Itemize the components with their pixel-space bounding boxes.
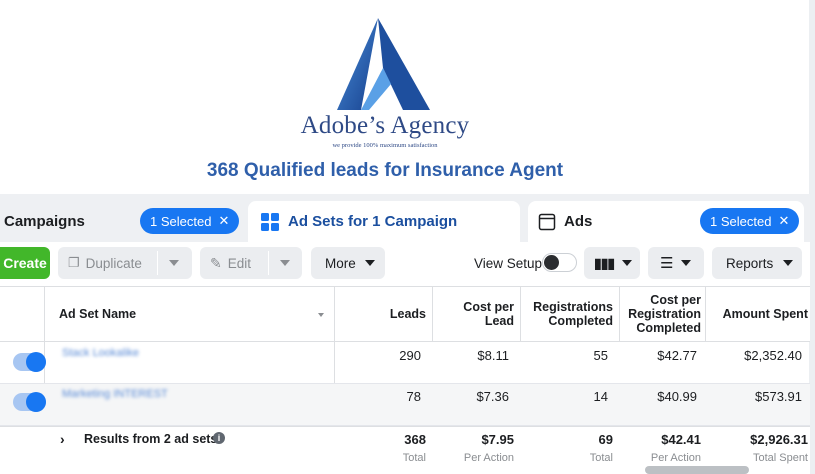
duplicate-icon: ❐: [68, 255, 80, 270]
campaigns-selected-label: 1 Selected: [150, 213, 212, 229]
edit-label: Edit: [227, 255, 251, 271]
row-toggle[interactable]: [13, 352, 46, 372]
header-ad-set-name[interactable]: Ad Set Name: [59, 307, 136, 321]
chevron-down-icon: [681, 260, 692, 266]
pencil-icon: ✎: [210, 254, 222, 271]
breakdown-icon: ☰: [660, 255, 674, 272]
cell-cost-per-lead: $8.11: [477, 348, 509, 363]
tab-campaigns[interactable]: Campaigns: [4, 201, 85, 242]
horizontal-scrollbar[interactable]: [645, 466, 749, 474]
chevron-down-icon: [364, 260, 375, 266]
columns-button[interactable]: ▮▮▮: [584, 247, 640, 279]
cell-cost-per-registration: $40.99: [657, 389, 697, 404]
header-cost-per-lead[interactable]: Cost per Lead: [436, 300, 514, 328]
total-spent-sub: Total Spent: [752, 452, 808, 464]
ad-set-name[interactable]: Marketing INTEREST: [62, 388, 168, 400]
sort-icon[interactable]: [318, 313, 324, 317]
cell-leads: 78: [406, 389, 421, 404]
campaigns-selected-pill[interactable]: 1 Selected ✕: [140, 208, 240, 234]
ad-frame-icon: [538, 213, 556, 230]
agency-name: Adobe’s Agency: [300, 112, 470, 139]
view-setup-toggle[interactable]: [542, 253, 577, 272]
reports-label: Reports: [726, 255, 774, 271]
total-leads: 368: [404, 432, 426, 447]
breakdown-button[interactable]: ☰: [648, 247, 704, 279]
total-cpr-sub: Per Action: [650, 452, 701, 464]
cell-leads: 290: [399, 348, 421, 363]
duplicate-button[interactable]: ❐ Duplicate: [58, 247, 192, 279]
edit-button[interactable]: ✎ Edit: [200, 247, 302, 279]
tab-adsets[interactable]: Ad Sets for 1 Campaign: [248, 201, 520, 242]
view-setup-label: View Setup: [474, 256, 543, 271]
chevron-down-icon: [622, 260, 633, 266]
totals-label: Results from 2 ad sets: [84, 432, 218, 446]
cell-registrations: 55: [593, 348, 608, 363]
ads-selected-label: 1 Selected: [710, 213, 772, 229]
tab-ads-label: Ads: [564, 213, 593, 230]
agency-logo-icon: [337, 18, 430, 110]
agency-tagline: we provide 100% maximum satisfaction: [332, 142, 438, 149]
headline: 368 Qualified leads for Insurance Agent: [206, 160, 564, 181]
reports-button[interactable]: Reports: [712, 247, 802, 279]
more-label: More: [325, 255, 356, 271]
close-icon[interactable]: ✕: [778, 213, 789, 229]
total-registrations: 69: [598, 432, 613, 447]
tab-adsets-label: Ad Sets for 1 Campaign: [288, 213, 458, 230]
cell-amount-spent: $573.91: [755, 389, 802, 404]
total-leads-sub: Total: [402, 452, 426, 464]
cell-cost-per-lead: $7.36: [476, 389, 509, 404]
grid-icon: [261, 212, 279, 231]
header-leads[interactable]: Leads: [340, 307, 426, 321]
ad-set-name[interactable]: Stack Lookalike: [62, 347, 139, 359]
header-amount-spent[interactable]: Amount Spent: [708, 307, 808, 321]
info-icon[interactable]: i: [213, 432, 225, 444]
chevron-down-icon: [783, 260, 794, 266]
duplicate-label: Duplicate: [85, 255, 142, 271]
cell-registrations: 14: [593, 389, 608, 404]
total-cpr: $42.41: [661, 432, 701, 447]
columns-icon: ▮▮▮: [594, 254, 615, 271]
header-cost-per-registration[interactable]: Cost per Registration Completed: [621, 293, 701, 335]
chevron-down-icon[interactable]: [169, 260, 179, 266]
close-icon[interactable]: ✕: [218, 213, 229, 229]
chevron-down-icon[interactable]: [280, 260, 290, 266]
row-toggle[interactable]: [13, 392, 46, 412]
total-cpl-sub: Per Action: [463, 452, 514, 464]
total-registrations-sub: Total: [589, 452, 613, 464]
total-cpl: $7.95: [481, 432, 514, 447]
chevron-right-icon[interactable]: ›: [60, 431, 65, 447]
header-registrations-completed[interactable]: Registrations Completed: [522, 300, 613, 328]
total-spent: $2,926.31: [750, 432, 808, 447]
cell-amount-spent: $2,352.40: [744, 348, 802, 363]
cell-cost-per-registration: $42.77: [657, 348, 697, 363]
create-button[interactable]: Create: [0, 247, 50, 279]
ads-selected-pill[interactable]: 1 Selected ✕: [700, 208, 800, 234]
more-button[interactable]: More: [311, 247, 385, 279]
tab-campaigns-label: Campaigns: [4, 213, 85, 230]
